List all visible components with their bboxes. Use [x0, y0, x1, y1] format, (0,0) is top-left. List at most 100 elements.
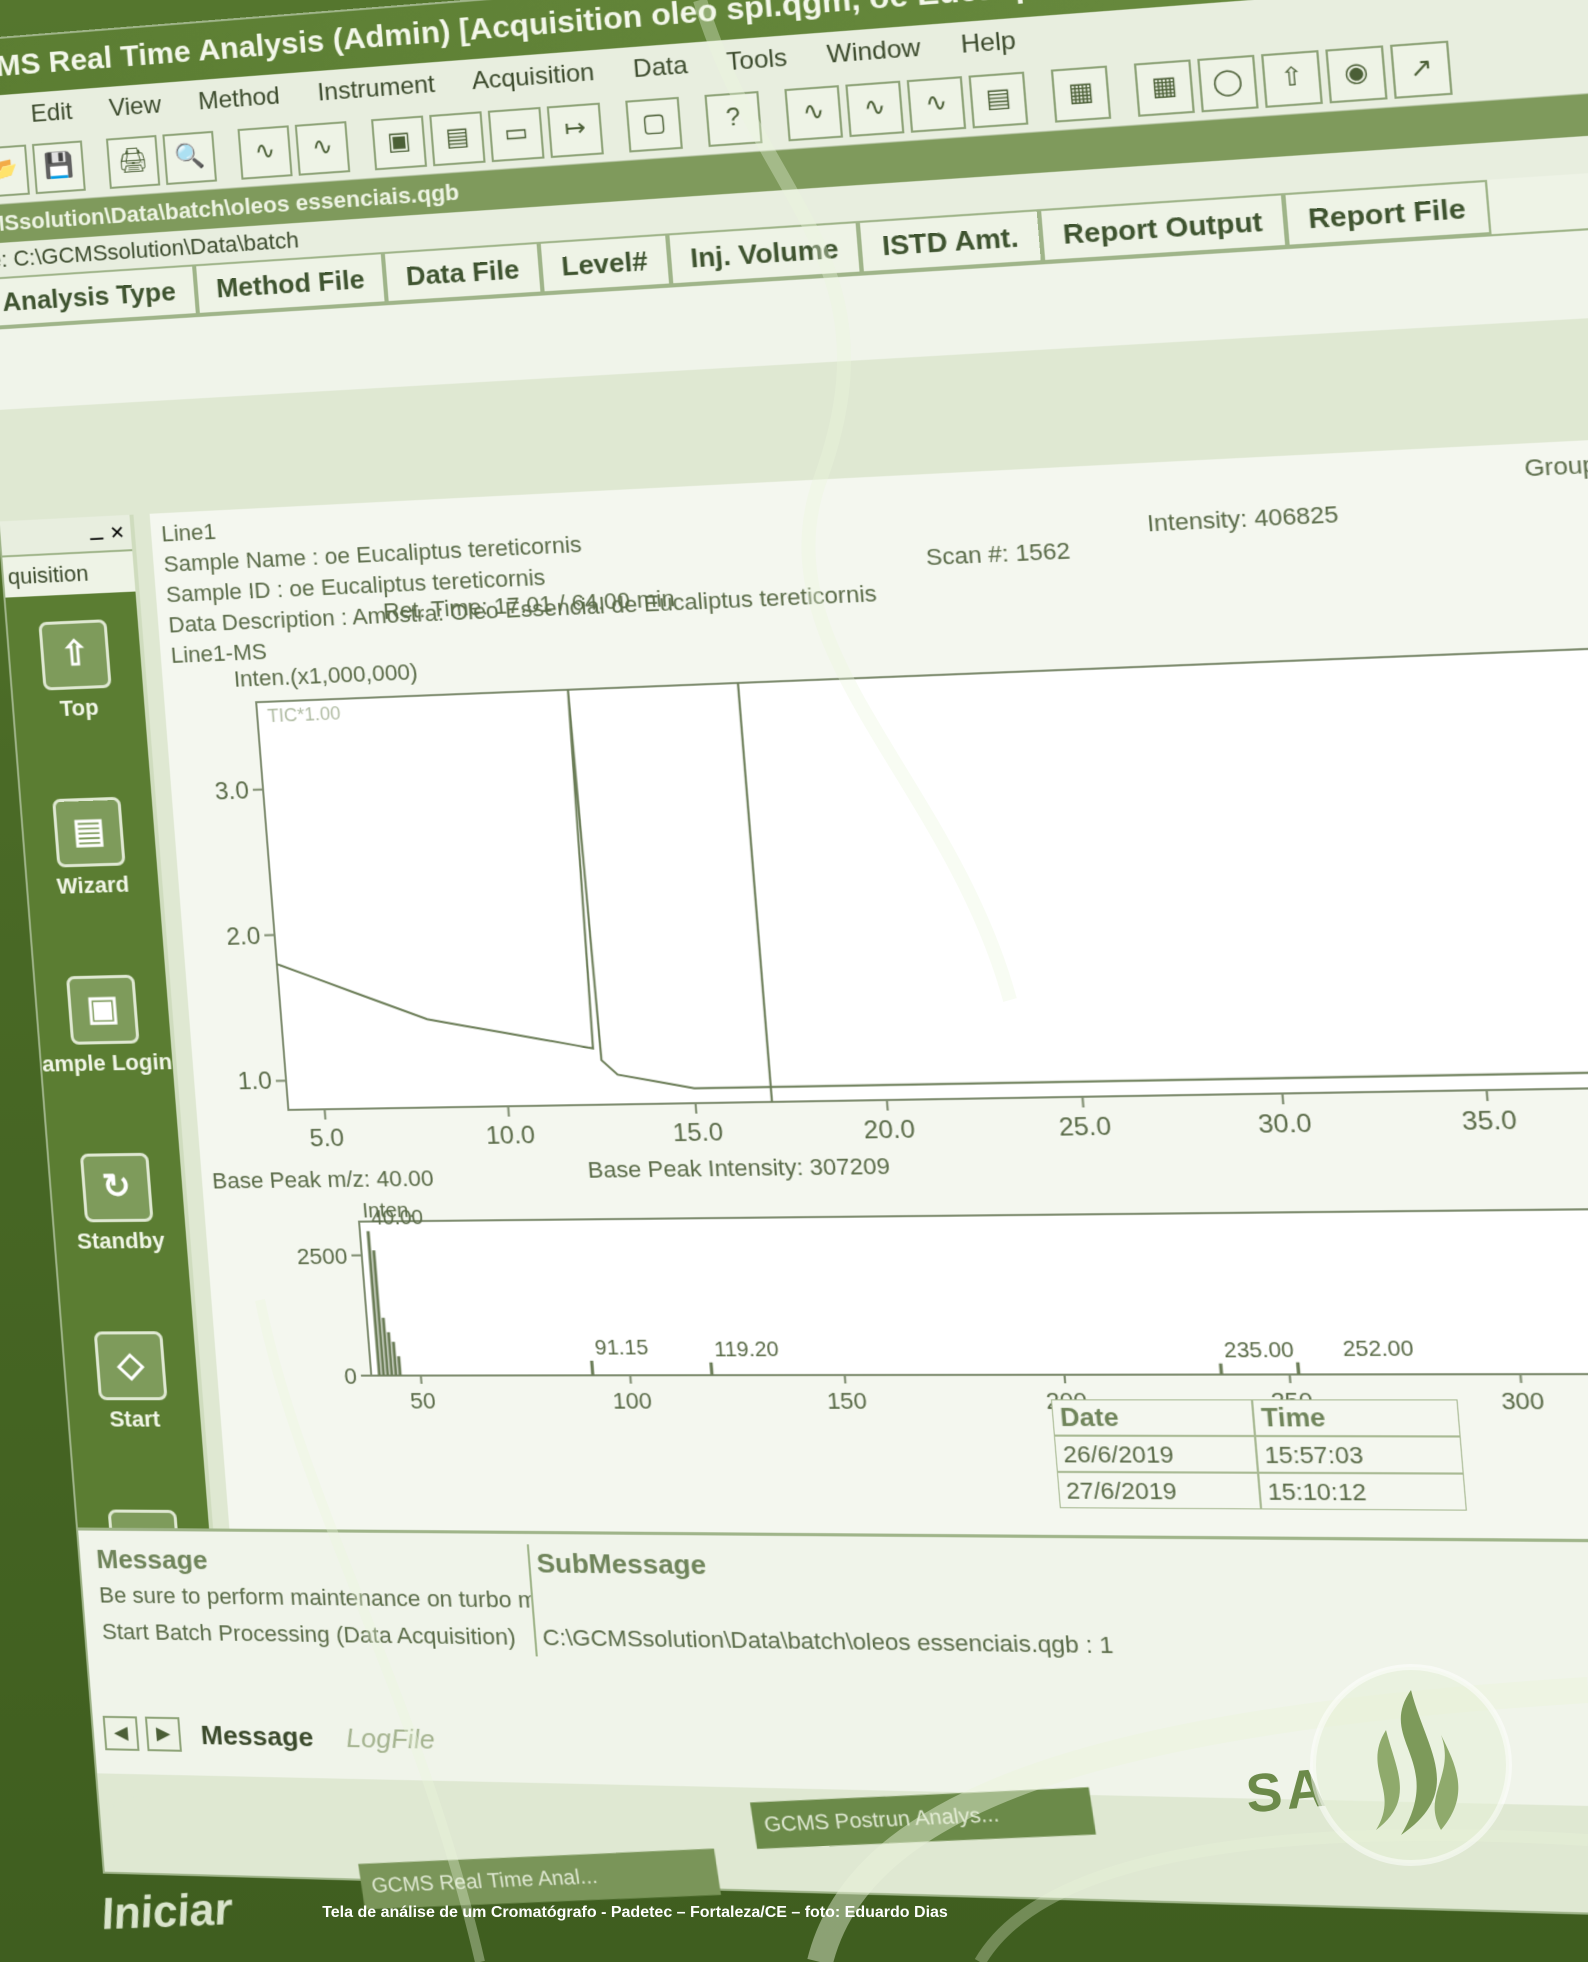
arrow-icon[interactable]: ↦ [546, 102, 604, 159]
x-tick [325, 1109, 326, 1119]
tab-scroll-right-icon[interactable]: ▶ [144, 1716, 182, 1752]
menu-instrument[interactable]: Instrument [316, 70, 436, 106]
chart-icon[interactable]: ∿ [237, 125, 293, 180]
date-header: Date [1050, 1399, 1256, 1437]
x-tick-label: 25.0 [1058, 1112, 1113, 1142]
print-icon[interactable]: 🖨 [105, 134, 161, 189]
spectrum-y-tick-label: 2500 [296, 1243, 348, 1269]
group: Group: 1 [1523, 449, 1588, 482]
tab-message[interactable]: Message [187, 1719, 326, 1753]
spectrum-x-tick [1064, 1375, 1065, 1384]
tic-chromatogram[interactable]: Inten.(x1,000,000) TIC*1.00 1.0 2.0 3.0 5.0 10… [172, 598, 1588, 1193]
save-icon[interactable]: 💾 [31, 140, 86, 195]
top-label: Top [58, 694, 100, 722]
globe-icon[interactable]: ◉ [1325, 45, 1388, 104]
circle-icon[interactable]: ◯ [1197, 54, 1259, 113]
export-icon[interactable]: ↗ [1389, 40, 1453, 99]
photo-background: CMS Real Time Analysis (Admin) [Acquisit… [0, 0, 1588, 1962]
standby-label: Standby [76, 1227, 166, 1254]
spectrum-x-tick [1290, 1374, 1291, 1383]
spectrum-x-tick [421, 1376, 422, 1384]
gcms-window: CMS Real Time Analysis (Admin) [Acquisit… [0, 0, 1588, 1924]
x-tick-label: 10.0 [485, 1121, 536, 1150]
window-icon[interactable]: ▭ [487, 106, 545, 163]
peak-icon[interactable]: ∿ [906, 76, 967, 133]
taskbar-item-realtime[interactable]: GCMS Real Time Anal... [358, 1848, 722, 1910]
tab-logfile[interactable]: LogFile [332, 1722, 448, 1756]
spectrum-peak-bar [592, 1361, 593, 1376]
start-button[interactable]: ◇ Start [63, 1331, 206, 1484]
help-icon[interactable]: ? [704, 90, 763, 147]
menu-data[interactable]: Data [632, 51, 689, 83]
date-time-header: Date Time [1050, 1399, 1588, 1437]
y-tick-label: 2.0 [225, 922, 261, 951]
y-tick-label: 3.0 [214, 777, 250, 806]
tab-scroll-left-icon[interactable]: ◀ [102, 1715, 140, 1751]
up-icon[interactable]: ⇧ [1261, 50, 1323, 108]
spectrum-x-tick-label: 50 [409, 1388, 437, 1414]
col-method-file[interactable]: Method File [193, 252, 388, 316]
open-icon[interactable]: 📂 [0, 144, 30, 199]
up-arrow-icon: ⇧ [38, 619, 112, 691]
x-tick [1282, 1093, 1283, 1104]
chromatogram-view: Line1 Sample Name : oe Eucaliptus tereti… [149, 430, 1588, 1542]
flame-logo-icon [1310, 1664, 1512, 1866]
message-tabs: ◀ ▶ Message LogFile [102, 1713, 448, 1761]
menu-acquisition[interactable]: Acquisition [471, 58, 596, 95]
date-time-table: Date Time 26/6/2019 15:57:03 27/6/2019 1… [1050, 1399, 1588, 1512]
photo-caption: Tela de análise de um Cromatógrafo - Pad… [322, 1904, 948, 1921]
peak-icon[interactable]: ∿ [784, 85, 844, 142]
x-tick [1082, 1097, 1083, 1108]
menu-window[interactable]: Window [826, 34, 922, 69]
date-cell: 26/6/2019 [1053, 1435, 1259, 1473]
menu-tools[interactable]: Tools [725, 44, 788, 77]
menu-help[interactable]: Help [960, 26, 1017, 59]
spectrum-y-tick-label: 0 [343, 1363, 358, 1389]
col-istd-amt[interactable]: ISTD Amt. [858, 209, 1043, 274]
tool-icon[interactable]: ▦ [1133, 59, 1195, 117]
col-inj-volume[interactable]: Inj. Volume [666, 220, 863, 286]
time-header: Time [1251, 1399, 1461, 1437]
mass-spectrum[interactable]: Inten.025005010015020025030035040.0091.1… [214, 1185, 1588, 1430]
menu-view[interactable]: View [108, 91, 162, 122]
base-peak-mz: Base Peak m/z: 40.00 [211, 1165, 434, 1192]
base-peak-intensity: Base Peak Intensity: 307209 [587, 1153, 891, 1183]
date-cell: 27/6/2019 [1056, 1471, 1262, 1510]
spectrum-peak-bar [711, 1362, 712, 1375]
y-axis-label: Inten.(x1,000,000) [233, 659, 419, 692]
standby-button[interactable]: ↻ Standby [49, 1152, 192, 1305]
layout-icon[interactable]: ▣ [371, 115, 428, 171]
col-level[interactable]: Level# [538, 233, 672, 294]
wizard-button[interactable]: ▤ Wizard [21, 796, 163, 951]
sample-login-button[interactable]: ▣ ample Login [35, 974, 177, 1128]
bar-chart-icon[interactable]: ▦ [1050, 65, 1112, 123]
chart-icon[interactable]: ∿ [294, 121, 351, 176]
spectrum-peak-label: 252.00 [1342, 1337, 1415, 1361]
print-preview-icon[interactable]: 🔍 [162, 130, 218, 186]
plot-area [256, 643, 1588, 1110]
wizard-label: Wizard [55, 871, 131, 899]
monitor-icon[interactable]: ▢ [625, 96, 683, 153]
spectrum-peak-bar [1298, 1362, 1299, 1374]
date-time-row: 27/6/2019 15:10:12 [1056, 1471, 1588, 1512]
spectrum-peak-bar [399, 1356, 401, 1375]
layout-icon[interactable]: ▤ [429, 111, 486, 167]
menu-edit[interactable]: Edit [30, 98, 73, 128]
top-button[interactable]: ⇧ Top [7, 618, 149, 774]
start-icon: ◇ [93, 1331, 168, 1401]
report-icon[interactable]: ▤ [968, 71, 1029, 129]
x-tick [696, 1103, 697, 1113]
intensity: Intensity: 406825 [1146, 500, 1340, 537]
spectrum-x-tick [845, 1375, 846, 1383]
x-tick-label: 20.0 [863, 1115, 917, 1144]
col-data-file[interactable]: Data File [383, 241, 543, 304]
message-header: Message [88, 1540, 532, 1582]
message-text: Start Batch Processing (Data Acquisition… [94, 1613, 538, 1657]
menu-method[interactable]: Method [197, 82, 281, 115]
spectrum-peak-label: 119.20 [713, 1338, 779, 1361]
scan-number: Scan #: 1562 [924, 537, 1072, 571]
peak-icon[interactable]: ∿ [845, 80, 905, 138]
message-table: Message SubMessage Be sure to perform ma… [88, 1540, 1339, 1725]
x-tick [887, 1100, 888, 1111]
x-tick [1487, 1090, 1488, 1101]
